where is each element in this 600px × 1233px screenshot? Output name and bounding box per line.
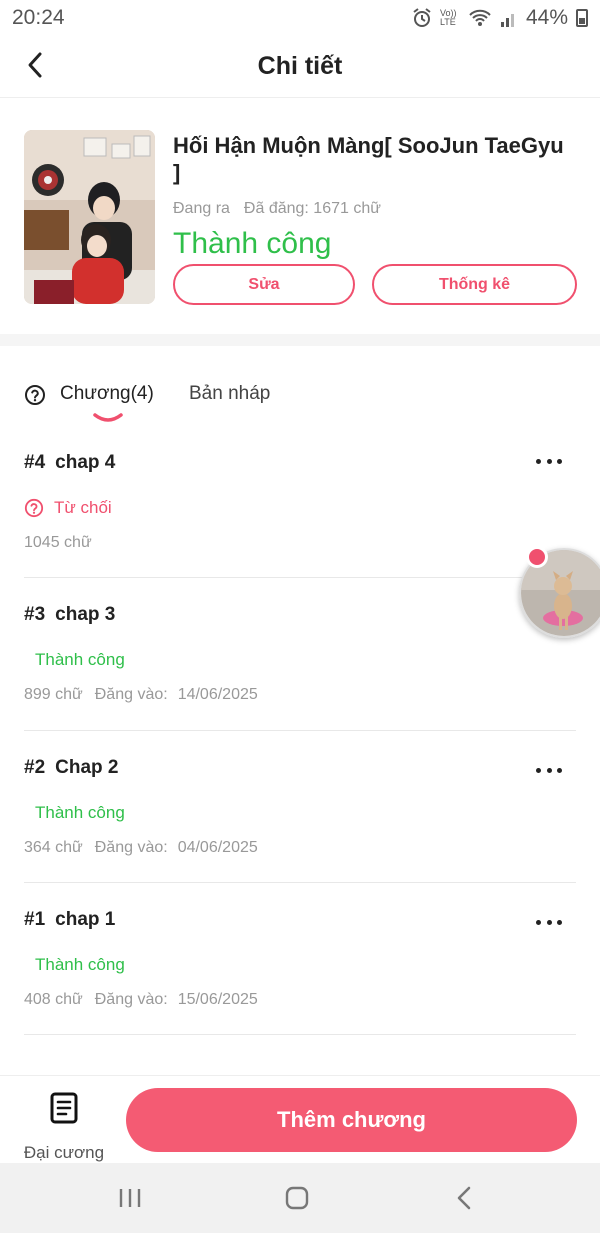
recent-apps-icon[interactable] <box>115 1183 145 1213</box>
edit-button[interactable]: Sửa <box>173 264 355 305</box>
system-navigation-bar <box>0 1163 600 1233</box>
chapter-word-count: 408 chữ <box>24 991 83 1008</box>
chapter-more-button[interactable] <box>536 456 562 466</box>
chapter-status-text: Từ chối <box>54 498 112 517</box>
chapter-row-4[interactable]: #4 chap 4 Từ chối 1045 chữ <box>24 434 576 578</box>
chapter-row-1[interactable]: #1 chap 1 Thành công 408 chữ Đăng vào: 15/0… <box>24 883 576 1035</box>
chapter-more-button[interactable] <box>536 917 562 927</box>
chapter-posted-label: Đăng vào: <box>94 839 168 856</box>
story-meta: Đang ra Đã đăng: 1671 chữ <box>173 200 381 218</box>
chapter-status-rejected: Từ chối <box>24 498 112 518</box>
chapter-word-count: 364 chữ <box>24 839 83 856</box>
alarm-icon <box>413 8 431 27</box>
chapter-date: 14/06/2025 <box>177 686 258 703</box>
help-circle-icon[interactable] <box>24 384 46 406</box>
chapter-meta: 899 chữ Đăng vào: 14/06/2025 <box>24 686 258 704</box>
more-dots-icon <box>536 458 541 464</box>
chapter-row-3[interactable]: #3 chap 3 Thành công 899 chữ Đăng vào: 14/0… <box>24 578 576 731</box>
tab-chapters[interactable]: Chương(4) <box>60 383 154 405</box>
chapter-title: #1 chap 1 <box>24 909 115 931</box>
active-tab-indicator <box>93 413 123 422</box>
story-title: Hối Hận Muộn Màng[ SooJun TaeGyu ] <box>173 133 564 185</box>
outline-label: Đại cương <box>23 1143 105 1162</box>
bottom-action-bar: Đại cương Thêm chương <box>0 1075 600 1163</box>
status-bar: 20:24 Vo)) LTE 44% <box>0 0 600 36</box>
story-cover-image[interactable] <box>24 130 155 304</box>
chapter-posted-label: Đăng vào: <box>94 686 168 703</box>
chapter-number: #2 <box>24 757 46 778</box>
top-app-bar: Chi tiết <box>0 36 600 98</box>
chapter-name: chap 4 <box>55 452 116 473</box>
more-dots-icon <box>536 767 541 773</box>
volte-icon: Vo)) LTE <box>439 8 457 27</box>
chapter-name: chap 3 <box>55 604 116 625</box>
story-summary: Hối Hận Muộn Màng[ SooJun TaeGyu ] Đang … <box>0 99 600 334</box>
outline-button[interactable]: Đại cương <box>14 1088 114 1162</box>
clock: 20:24 <box>12 6 65 29</box>
story-status: Thành công <box>173 227 332 260</box>
wifi-icon <box>469 9 491 26</box>
cover-illustration <box>24 130 155 304</box>
chapter-date: 04/06/2025 <box>177 839 258 856</box>
chapter-title: #3 chap 3 <box>24 604 115 626</box>
chapter-row-2[interactable]: #2 Chap 2 Thành công 364 chữ Đăng vào: 04/0… <box>24 731 576 883</box>
status-icons: Vo)) LTE 44% <box>412 6 588 30</box>
chapter-number: #1 <box>24 909 46 930</box>
notification-badge <box>526 546 548 568</box>
story-word-count: Đã đăng: 1671 chữ <box>243 200 381 217</box>
chapter-title: #4 chap 4 <box>24 452 115 474</box>
chapter-posted-label: Đăng vào: <box>94 991 168 1008</box>
nav-back-icon[interactable] <box>450 1183 480 1213</box>
chapter-tabs: Chương(4) Bản nháp <box>0 346 600 434</box>
outline-doc-icon <box>50 1092 78 1124</box>
chapter-name: chap 1 <box>55 909 116 930</box>
help-circle-icon <box>24 498 44 518</box>
signal-icon <box>500 14 514 27</box>
chapter-name: Chap 2 <box>55 757 119 778</box>
chapter-number: #4 <box>24 452 46 473</box>
chapter-title: #2 Chap 2 <box>24 757 119 779</box>
chapter-meta: 364 chữ Đăng vào: 04/06/2025 <box>24 839 258 857</box>
story-state: Đang ra <box>173 200 230 217</box>
chapter-status-text: Thành công <box>35 650 125 669</box>
section-divider <box>0 334 600 346</box>
home-icon[interactable] <box>282 1183 312 1213</box>
chapter-meta: 408 chữ Đăng vào: 15/06/2025 <box>24 991 258 1009</box>
chapter-meta: 1045 chữ <box>24 534 92 552</box>
page-title: Chi tiết <box>257 52 343 80</box>
more-dots-icon <box>536 919 541 925</box>
battery-text: 44% <box>525 6 568 29</box>
chapter-status-text: Thành công <box>35 955 125 974</box>
chapter-word-count: 899 chữ <box>24 686 83 703</box>
statistics-button[interactable]: Thống kê <box>372 264 577 305</box>
battery-icon <box>576 9 588 27</box>
chapter-more-button[interactable] <box>536 765 562 775</box>
chapter-date: 15/06/2025 <box>177 991 258 1008</box>
chapter-status-text: Thành công <box>35 803 125 822</box>
tab-drafts[interactable]: Bản nháp <box>189 383 270 405</box>
chapter-word-count: 1045 chữ <box>24 534 92 551</box>
chapter-number: #3 <box>24 604 46 625</box>
add-chapter-button[interactable]: Thêm chương <box>126 1088 577 1152</box>
